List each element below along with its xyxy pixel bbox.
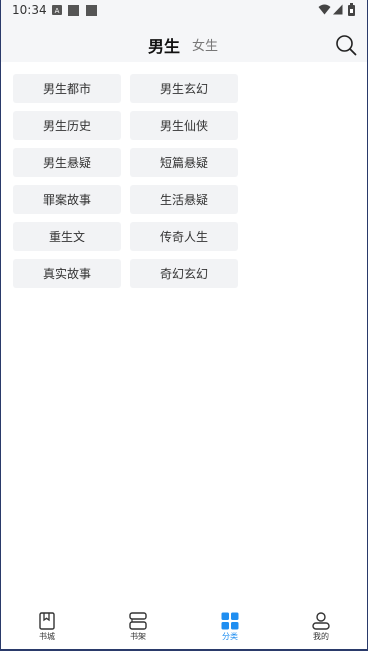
category-tile[interactable]: 重生文 [13,222,121,251]
bookshelf-icon [129,612,147,630]
nav-item-bookstore[interactable]: 书城 [27,612,67,642]
category-grid-icon [221,612,239,630]
category-tile[interactable]: 男生历史 [13,111,121,140]
battery-icon [348,3,355,16]
nav-label-profile: 我的 [313,632,329,641]
category-header: 男生 女生 [0,22,368,62]
bookstore-icon [39,612,55,630]
app-notification-icon [68,5,79,16]
nav-item-profile[interactable]: 我的 [301,612,341,642]
nav-label-bookstore: 书城 [39,632,55,641]
category-tile[interactable]: 男生都市 [13,74,121,103]
signal-icon [333,4,343,15]
nav-label-category: 分类 [222,632,238,641]
tab-female[interactable]: 女生 [192,35,218,54]
search-icon[interactable] [335,34,357,56]
status-time: 10:34 [12,3,47,17]
wifi-icon [318,4,331,15]
category-tile[interactable]: 短篇悬疑 [130,148,238,177]
category-tile[interactable]: 男生仙侠 [130,111,238,140]
category-tile[interactable]: 罪案故事 [13,185,121,214]
category-tile[interactable]: 生活悬疑 [130,185,238,214]
status-bar: 10:34 A [0,0,368,22]
bottom-nav: 书城 书架 分类 我的 [0,612,368,649]
category-tile[interactable]: 真实故事 [13,259,121,288]
profile-icon [312,612,330,630]
app-notification-icon-2 [86,5,97,16]
category-tile[interactable]: 传奇人生 [130,222,238,251]
svg-text:A: A [55,7,60,15]
tab-male[interactable]: 男生 [148,33,180,57]
nav-label-bookshelf: 书架 [130,632,146,641]
nav-item-bookshelf[interactable]: 书架 [118,612,158,642]
category-tile[interactable]: 男生悬疑 [13,148,121,177]
category-grid: 男生都市 男生玄幻 男生历史 男生仙侠 男生悬疑 短篇悬疑 罪案故事 生活悬疑 … [13,74,243,288]
notification-icon: A [52,5,62,15]
category-tile[interactable]: 奇幻玄幻 [130,259,238,288]
nav-item-category[interactable]: 分类 [210,612,250,642]
category-tile[interactable]: 男生玄幻 [130,74,238,103]
